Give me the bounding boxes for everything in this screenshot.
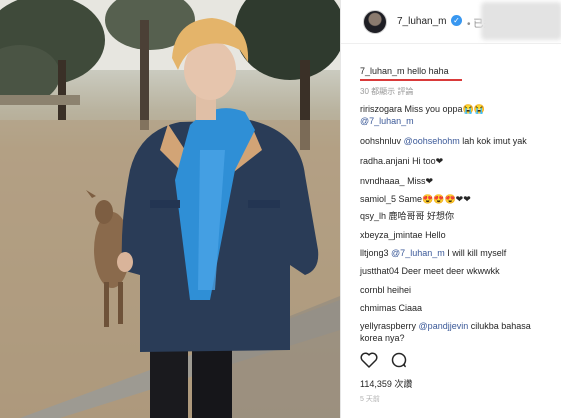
- verified-badge-icon: ✓: [451, 15, 462, 26]
- comment-bubble-icon[interactable]: [390, 352, 408, 373]
- heart-icon[interactable]: [360, 352, 378, 373]
- highlight-underline: [360, 79, 462, 81]
- avatar[interactable]: [363, 10, 387, 34]
- comment-username[interactable]: yellyraspberry: [360, 321, 416, 331]
- comment-text: Hello: [425, 230, 446, 240]
- comment-username[interactable]: radha.anjani: [360, 156, 410, 166]
- comment-item: yellyraspberry @pandjjevin cilukba bahas…: [360, 321, 531, 332]
- post-caption: 7_luhan_m hello haha: [360, 66, 449, 76]
- photo-illustration: [0, 0, 340, 418]
- comment-username[interactable]: samiol_5: [360, 194, 396, 204]
- blurred-overlay: [481, 2, 561, 40]
- comment-mention[interactable]: @pandjjevin: [419, 321, 469, 331]
- comment-item: korea nya?: [360, 333, 405, 344]
- comment-item: ririszogara Miss you oppa😭😭: [360, 104, 485, 115]
- comment-text: Deer meet deer wkwwkk: [401, 266, 500, 276]
- header-username[interactable]: 7_luhan_m: [397, 16, 446, 27]
- comment-username[interactable]: justthat04: [360, 266, 399, 276]
- comment-username[interactable]: lltjong3: [360, 248, 389, 258]
- comment-text: Hi too❤: [412, 156, 444, 166]
- post-date: 5 天前: [360, 396, 380, 403]
- comment-text: Same😍😍😍❤❤: [398, 194, 471, 204]
- comment-mention[interactable]: @7_luhan_m: [391, 248, 445, 258]
- comment-text: lah kok imut yak: [462, 136, 527, 146]
- comment-username[interactable]: nvndhaaa_: [360, 176, 405, 186]
- comment-username[interactable]: oohshnluv: [360, 136, 401, 146]
- like-count[interactable]: 114,359 次讚: [360, 377, 412, 390]
- comment-mention[interactable]: @oohsehohm: [404, 136, 460, 146]
- comment-text: korea nya?: [360, 333, 405, 343]
- comment-item: xbeyza_jmintae Hello: [360, 230, 446, 241]
- translate-link[interactable]: 30 都顯示 評論: [360, 86, 413, 97]
- caption-text: hello haha: [407, 66, 449, 76]
- comment-text: heihei: [387, 285, 412, 295]
- comment-item: oohshnluv @oohsehohm lah kok imut yak: [360, 136, 527, 147]
- comment-text: cilukba bahasa: [470, 321, 531, 331]
- comment-text: Ciaaa: [398, 303, 423, 313]
- comment-username[interactable]: xbeyza_jmintae: [360, 230, 423, 240]
- comment-text: 鹿哈哥哥 好想你: [388, 211, 455, 221]
- comment-text: I will kill myself: [447, 248, 507, 258]
- comment-item: radha.anjani Hi too❤: [360, 156, 443, 167]
- post-photo[interactable]: [0, 0, 340, 418]
- comment-text: Miss you oppa😭😭: [404, 104, 485, 114]
- comment-item: nvndhaaa_ Miss❤: [360, 176, 433, 187]
- comment-username[interactable]: cornbl: [360, 285, 385, 295]
- comment-item: @7_luhan_m: [360, 116, 414, 127]
- comment-item: qsy_lh 鹿哈哥哥 好想你: [360, 211, 454, 222]
- comment-mention[interactable]: @7_luhan_m: [360, 116, 414, 126]
- caption-username[interactable]: 7_luhan_m: [360, 66, 405, 76]
- comment-text: Miss❤: [407, 176, 434, 186]
- comment-username[interactable]: chmimas: [360, 303, 396, 313]
- comment-item: lltjong3 @7_luhan_m I will kill myself: [360, 248, 506, 259]
- comment-item: samiol_5 Same😍😍😍❤❤: [360, 194, 471, 205]
- comment-item: cornbl heihei: [360, 285, 411, 296]
- instagram-post-panel: 7_luhan_m ✓ • 已关 7_luhan_m hello haha 30…: [340, 0, 561, 418]
- comment-item: justthat04 Deer meet deer wkwwkk: [360, 266, 500, 277]
- comment-item: chmimas Ciaaa: [360, 303, 422, 314]
- comment-username[interactable]: ririszogara: [360, 104, 402, 114]
- post-header: 7_luhan_m ✓ • 已关: [341, 0, 561, 44]
- comment-username[interactable]: qsy_lh: [360, 211, 386, 221]
